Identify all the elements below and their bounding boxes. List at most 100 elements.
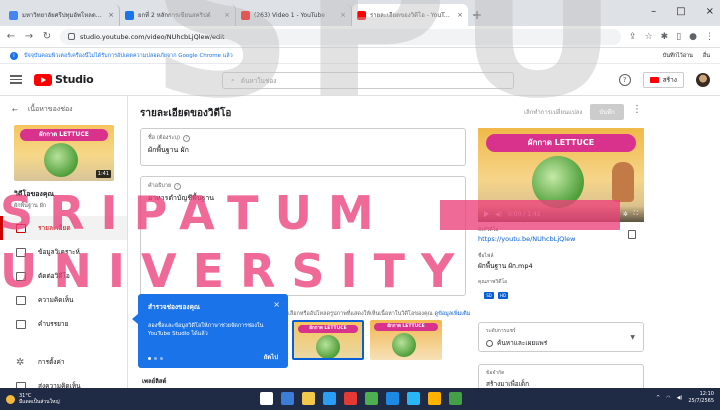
undo-changes-button[interactable]: เลิกทำการเปลี่ยนแปลง bbox=[516, 104, 590, 120]
taskbar-app-icon[interactable] bbox=[302, 392, 315, 405]
video-player[interactable]: ผักกาด LETTUCE ◀) 0:00 / 1:41 ✲ ⛶ bbox=[478, 128, 644, 222]
save-button[interactable]: บันทึก bbox=[590, 104, 624, 120]
search-icon: ⌕ bbox=[231, 76, 235, 84]
globe-icon bbox=[486, 339, 493, 347]
close-tab-icon[interactable]: × bbox=[457, 11, 463, 19]
volume-icon[interactable]: ◀) bbox=[495, 211, 502, 218]
other-bookmarks-button[interactable]: อื่น bbox=[703, 52, 710, 60]
studio-logo-text[interactable]: Studio bbox=[55, 73, 94, 86]
page-title: รายละเอียดของวิดีโอ bbox=[140, 108, 232, 119]
video-title-small: ผักพื้นฐาน ผัก bbox=[14, 203, 47, 209]
thumbnail-note: เลือกหรืออัปโหลดรูปภาพที่แสดงให้เห็นเนื้… bbox=[288, 311, 471, 317]
create-button[interactable]: สร้าง bbox=[642, 72, 684, 88]
visibility-dropdown[interactable]: ระดับการแชร์ ค้นหาและเผยแพร่ ▼ bbox=[478, 322, 644, 352]
player-title-banner: ผักกาด LETTUCE bbox=[486, 134, 636, 152]
sidebar-item-editor[interactable]: ตัดต่อวิดีโอ bbox=[0, 264, 127, 288]
youtube-favicon bbox=[357, 10, 366, 20]
avatar[interactable] bbox=[696, 73, 710, 87]
weather-widget[interactable]: 31°C มีแดดเป็นส่วนใหญ่ bbox=[6, 393, 60, 405]
windows-taskbar: 31°C มีแดดเป็นส่วนใหญ่ ^ ◠ ◀) 12:10 25/7/… bbox=[0, 388, 720, 410]
star-icon[interactable]: ☆ bbox=[645, 32, 653, 42]
chevron-up-icon[interactable]: ^ bbox=[656, 395, 660, 401]
share-icon[interactable]: ⇪ bbox=[629, 32, 637, 42]
reading-list-button[interactable]: บันทึกไว้อ่าน bbox=[663, 52, 693, 60]
your-video-label: วิดีโอของคุณ bbox=[14, 190, 55, 198]
sidebar-item-comments[interactable]: ความคิดเห็น bbox=[0, 288, 127, 312]
analytics-icon bbox=[16, 247, 26, 257]
quality-block: คุณภาพวิดีโอ bbox=[478, 279, 508, 285]
back-to-content-button[interactable]: ← เนื้อหาของช่อง bbox=[0, 96, 127, 123]
studio-sidebar: ← เนื้อหาของช่อง ผักกาด LETTUCE 1:41 วิด… bbox=[0, 96, 128, 391]
close-tab-icon[interactable]: × bbox=[224, 11, 230, 19]
profile-icon[interactable]: ● bbox=[689, 32, 697, 42]
close-tab-icon[interactable]: × bbox=[108, 11, 114, 19]
sidebar-icon[interactable]: ▯ bbox=[676, 32, 681, 42]
taskbar-app-icon[interactable] bbox=[344, 392, 357, 405]
more-options-icon[interactable]: ⋮ bbox=[632, 104, 642, 115]
youtube-logo[interactable] bbox=[34, 73, 52, 86]
browser-tab-active[interactable]: รายละเอียดของวิดีโอ - YouTube Stu× bbox=[352, 4, 468, 26]
sidebar-item-details[interactable]: รายละเอียด bbox=[0, 216, 127, 240]
taskbar-app-icon[interactable] bbox=[323, 392, 336, 405]
settings-gear-icon[interactable]: ✲ bbox=[623, 211, 628, 218]
taskbar-app-icon[interactable] bbox=[281, 392, 294, 405]
browser-tab[interactable]: มหาวิทยาลัยศรีปทุมอัพโหลดวิดีโอ × bbox=[4, 4, 120, 26]
video-link-block: ลิงก์วิดีโอ https://youtu.be/NUhcbLjQlew bbox=[478, 226, 644, 243]
video-link[interactable]: https://youtu.be/NUhcbLjQlew bbox=[478, 235, 644, 243]
url-input[interactable]: studio.youtube.com/video/NUhcbLjQlew/edi… bbox=[60, 28, 622, 45]
taskbar-app-icon[interactable] bbox=[386, 392, 399, 405]
help-icon[interactable]: ? bbox=[618, 74, 631, 86]
sidebar-item-subtitles[interactable]: คำบรรยาย bbox=[0, 312, 127, 336]
pencil-icon bbox=[16, 223, 26, 233]
restrictions-block[interactable]: ข้อจำกัด สร้างมาเพื่อเด็ก bbox=[478, 364, 644, 388]
reload-icon[interactable]: ↻ bbox=[42, 31, 52, 42]
hamburger-menu-icon[interactable] bbox=[10, 75, 22, 84]
menu-icon[interactable]: ⋮ bbox=[705, 32, 714, 42]
close-window-icon[interactable]: × bbox=[706, 6, 714, 17]
copy-icon[interactable] bbox=[628, 230, 636, 239]
lettuce-image bbox=[532, 156, 584, 208]
window-controls: – □ × bbox=[651, 6, 714, 17]
player-controls: ◀) 0:00 / 1:41 ✲ ⛶ bbox=[478, 206, 644, 222]
taskbar-app-icon[interactable] bbox=[407, 392, 420, 405]
description-field[interactable]: คำอธิบาย? อาหารตำบัญชีพื้นฐาน bbox=[140, 176, 466, 296]
playlist-label: เพลย์ลิสต์ bbox=[142, 378, 167, 385]
windows-start-icon[interactable] bbox=[260, 392, 273, 405]
sun-icon bbox=[6, 394, 15, 404]
explore-channel-popup: สำรวจช่องของคุณ × ลองซื้อและข้อมูลวิดีโอ… bbox=[132, 294, 288, 368]
speaker-icon[interactable]: ◀) bbox=[677, 395, 683, 401]
info-icon: i bbox=[10, 51, 18, 60]
maximize-icon[interactable]: □ bbox=[676, 6, 685, 17]
play-icon[interactable] bbox=[484, 211, 489, 217]
browser-tab[interactable]: (263) Video 1 - YouTube × bbox=[236, 4, 352, 26]
taskbar-app-icon[interactable] bbox=[428, 392, 441, 405]
video-thumbnail[interactable]: ผักกาด LETTUCE 1:41 bbox=[14, 125, 114, 181]
close-icon[interactable]: × bbox=[273, 300, 280, 309]
update-notice[interactable]: ปัจจุบันคอมพิวเตอร์เครื่องนี้ไม่ได้รับกา… bbox=[24, 52, 657, 60]
thumbnail-option[interactable]: ผักกาด LETTUCE bbox=[370, 320, 442, 360]
next-button[interactable]: ถัดไป bbox=[264, 352, 278, 362]
wifi-icon[interactable]: ◠ bbox=[666, 395, 670, 401]
sidebar-item-settings[interactable]: ✲ การตั้งค่า bbox=[0, 350, 127, 374]
taskbar-app-icon[interactable] bbox=[449, 392, 462, 405]
clock[interactable]: 12:10 25/7/2565 bbox=[688, 391, 714, 404]
help-icon[interactable]: ? bbox=[174, 182, 182, 190]
fullscreen-icon[interactable]: ⛶ bbox=[634, 210, 638, 218]
duration-badge: 1:41 bbox=[95, 170, 111, 178]
title-field[interactable]: ชื่อ (ต้องระบุ)? ผักพื้นฐาน ผัก bbox=[140, 128, 466, 166]
taskbar-app-icon[interactable] bbox=[365, 392, 378, 405]
help-icon[interactable]: ? bbox=[183, 134, 191, 142]
browser-tab[interactable]: ยกที่ 2 หลักการเขียนสคริปต์ × bbox=[120, 4, 236, 26]
lettuce-image bbox=[392, 333, 416, 357]
new-tab-button[interactable]: + bbox=[468, 4, 486, 26]
minimize-icon[interactable]: – bbox=[651, 6, 656, 17]
lettuce-image bbox=[316, 335, 340, 358]
thumbnail-option-selected[interactable]: ผักกาด LETTUCE bbox=[292, 320, 364, 360]
close-tab-icon[interactable]: × bbox=[340, 11, 346, 19]
sidebar-item-analytics[interactable]: ข้อมูลวิเคราะห์ bbox=[0, 240, 127, 264]
extensions-icon[interactable]: ✱ bbox=[661, 32, 669, 42]
back-arrow-icon[interactable]: ← bbox=[6, 31, 16, 42]
forward-arrow-icon[interactable]: → bbox=[24, 31, 34, 42]
learn-more-link[interactable]: ดูข้อมูลเพิ่มเติม bbox=[435, 311, 471, 317]
channel-search-input[interactable]: ⌕ ค้นหาในช่อง bbox=[222, 72, 514, 89]
